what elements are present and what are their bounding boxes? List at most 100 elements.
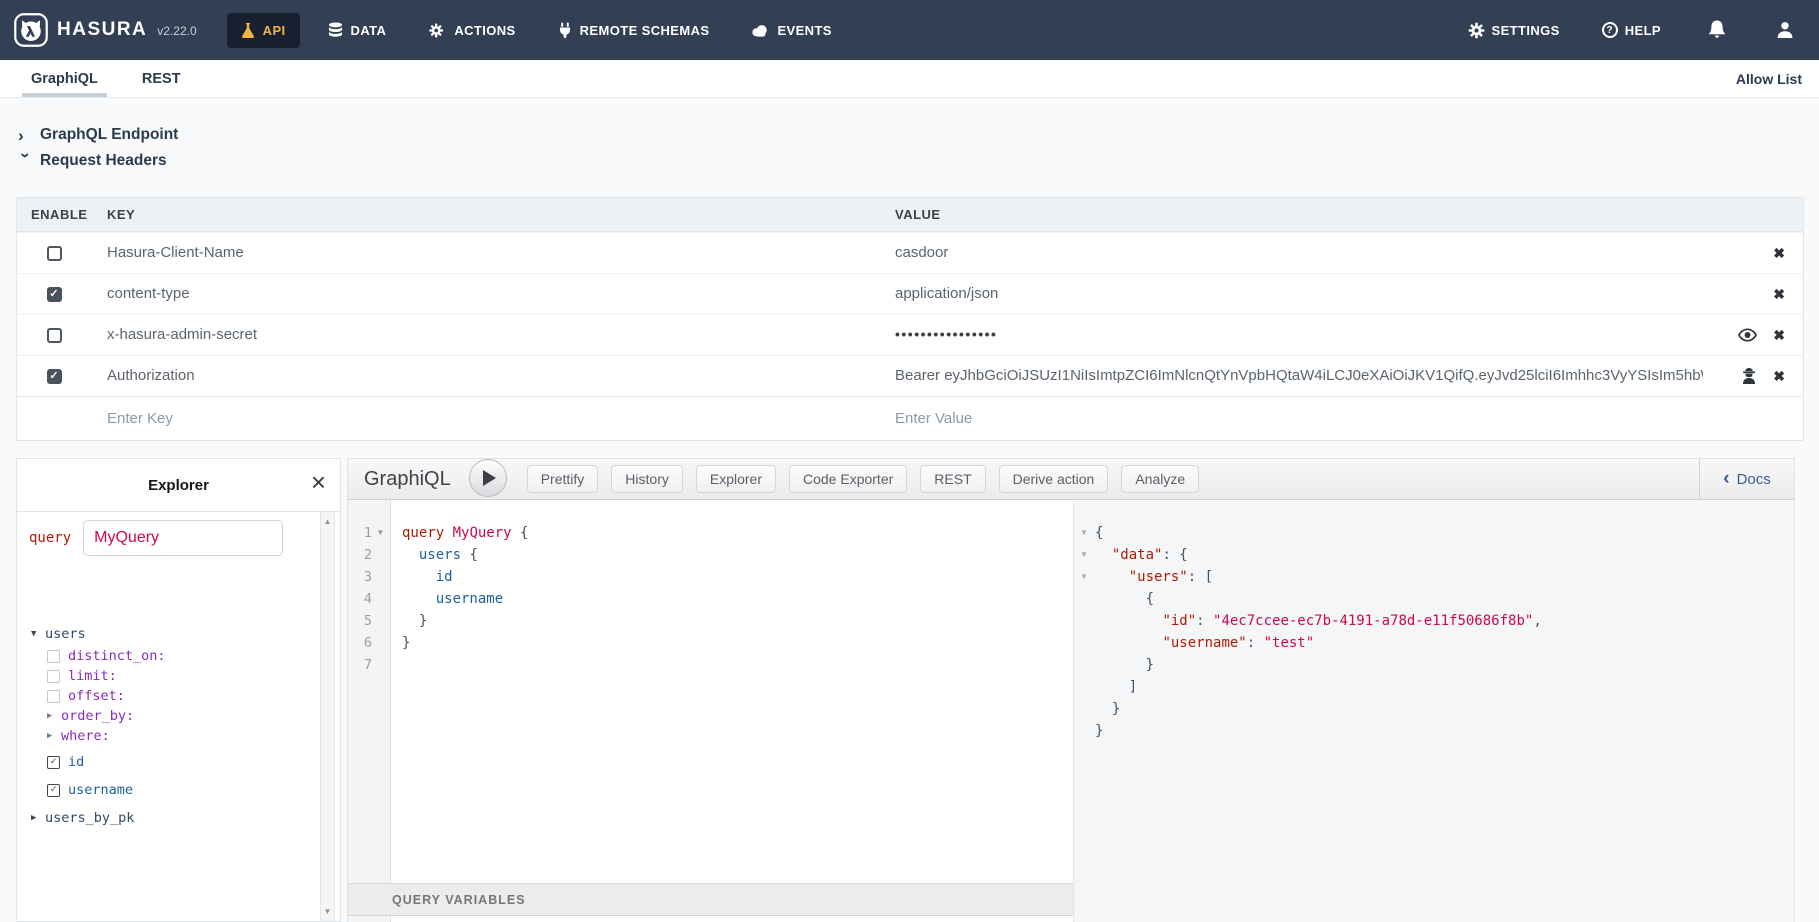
history-button[interactable]: History: [611, 465, 683, 493]
fold-spacer: [372, 588, 389, 610]
graphql-endpoint-toggle[interactable]: › GraphQL Endpoint: [18, 126, 178, 144]
arg-checkbox[interactable]: ✓: [47, 650, 60, 663]
tree-arg-order-by[interactable]: ▶ order_by:: [47, 706, 134, 726]
header-enable-checkbox[interactable]: ✓: [47, 369, 62, 384]
request-headers-toggle[interactable]: › Request Headers: [18, 152, 167, 170]
reveal-value-eye-icon[interactable]: [1738, 328, 1757, 342]
code-line: }: [1095, 720, 1794, 742]
allow-list-link[interactable]: Allow List: [1736, 71, 1802, 87]
scroll-up-icon[interactable]: ▲: [321, 517, 334, 526]
tree-arg-offset[interactable]: ✓ offset:: [47, 686, 125, 706]
field-checkbox[interactable]: ✓: [47, 756, 60, 769]
nav-item-events[interactable]: EVENTS: [737, 14, 845, 47]
editor-gutter[interactable]: 1▼234567: [348, 500, 391, 922]
explorer-title: Explorer: [148, 477, 209, 494]
notifications-button[interactable]: [1707, 19, 1727, 41]
bell-icon: [1707, 19, 1727, 41]
remove-header-icon[interactable]: ✖: [1773, 245, 1785, 262]
line-number: 4: [348, 588, 372, 610]
docs-button[interactable]: ‹ Docs: [1699, 459, 1794, 499]
query-editor[interactable]: query MyQuery { users { id username }}: [392, 500, 1073, 877]
tree-arg-where[interactable]: ▶ where:: [47, 726, 110, 746]
header-key-input[interactable]: [107, 285, 895, 302]
arg-checkbox[interactable]: ✓: [47, 690, 60, 703]
tree-field-users-by-pk[interactable]: ▶ users_by_pk: [31, 808, 134, 828]
prettify-button[interactable]: Prettify: [527, 465, 599, 493]
tree-field-users[interactable]: ▼ users: [31, 624, 86, 644]
explorer-button[interactable]: Explorer: [696, 465, 776, 493]
nav-item-data[interactable]: DATA: [314, 13, 401, 48]
tree-field-id[interactable]: ✓ id: [47, 752, 84, 772]
nav-item-label: REMOTE SCHEMAS: [580, 23, 710, 38]
tree-arg-limit[interactable]: ✓ limit:: [47, 666, 117, 686]
tab-graphiql[interactable]: GraphiQL: [28, 60, 101, 97]
header-enable-checkbox[interactable]: ✓: [47, 287, 62, 302]
tree-collapsed-icon[interactable]: ▶: [47, 711, 61, 721]
decode-jwt-icon[interactable]: [1741, 367, 1757, 385]
fold-icon[interactable]: ▼: [1074, 544, 1094, 566]
rest-button[interactable]: REST: [920, 465, 985, 493]
scroll-down-icon[interactable]: ▼: [321, 907, 334, 916]
chevron-right-icon: ›: [18, 127, 34, 144]
code-line: [402, 654, 1073, 676]
fold-icon[interactable]: ▼: [372, 522, 389, 544]
tree-field-label: username: [68, 782, 133, 798]
header-value-input[interactable]: [895, 285, 1703, 302]
response-fold-gutter[interactable]: ▼▼▼: [1074, 500, 1094, 742]
fold-spacer: [1074, 610, 1094, 632]
query-variables-toggle[interactable]: QUERY VARIABLES: [348, 883, 1073, 916]
header-key-input[interactable]: [107, 326, 895, 343]
header-key-input[interactable]: [107, 367, 895, 384]
header-value-input[interactable]: [895, 326, 1703, 342]
table-row: ✓ ✖: [17, 232, 1803, 273]
field-checkbox[interactable]: ✓: [47, 784, 60, 797]
header-enable-checkbox[interactable]: ✓: [47, 246, 62, 261]
fold-spacer: [1074, 720, 1094, 742]
execute-query-button[interactable]: [469, 459, 507, 497]
arg-checkbox[interactable]: ✓: [47, 670, 60, 683]
account-button[interactable]: [1775, 20, 1795, 40]
nav-item-label: DATA: [351, 23, 387, 38]
tree-expanded-icon[interactable]: ▼: [31, 629, 45, 639]
header-value-input[interactable]: [895, 367, 1703, 384]
remove-header-icon[interactable]: ✖: [1773, 327, 1785, 344]
tree-collapsed-icon[interactable]: ▶: [31, 813, 45, 823]
analyze-button[interactable]: Analyze: [1121, 465, 1199, 493]
code-exporter-button[interactable]: Code Exporter: [789, 465, 907, 493]
graphiql-toolbar: GraphiQL Prettify History Explorer Code …: [348, 459, 1794, 500]
hasura-logo[interactable]: HASURA v2.22.0: [14, 13, 197, 47]
operation-name-input[interactable]: [83, 520, 283, 556]
fold-icon[interactable]: ▼: [1074, 566, 1094, 588]
query-editor-pane: 1▼234567 query MyQuery { users { id user…: [348, 500, 1073, 922]
nav-item-api[interactable]: API: [227, 13, 300, 48]
derive-action-button[interactable]: Derive action: [999, 465, 1109, 493]
gutter-line: 7: [348, 654, 390, 676]
close-icon[interactable]: ×: [311, 469, 326, 495]
remove-header-icon[interactable]: ✖: [1773, 368, 1785, 385]
help-link[interactable]: ? HELP: [1602, 22, 1661, 38]
nav-item-remote-schemas[interactable]: REMOTE SCHEMAS: [544, 13, 724, 48]
tree-arg-label: offset:: [68, 688, 125, 704]
remove-header-icon[interactable]: ✖: [1773, 286, 1785, 303]
fold-spacer: [372, 632, 389, 654]
database-icon: [328, 22, 343, 39]
tree-arg-distinct-on[interactable]: ✓ distinct_on:: [47, 646, 166, 666]
tree-field-username[interactable]: ✓ username: [47, 780, 133, 800]
new-header-key-input[interactable]: [107, 410, 895, 427]
nav-item-label: ACTIONS: [454, 23, 515, 38]
nav-item-actions[interactable]: ACTIONS: [414, 13, 529, 48]
new-header-value-input[interactable]: [895, 410, 1703, 427]
fold-icon[interactable]: ▼: [1074, 522, 1094, 544]
tree-collapsed-icon[interactable]: ▶: [47, 731, 61, 741]
check-icon: ✓: [50, 785, 56, 795]
tab-rest[interactable]: REST: [139, 60, 184, 97]
header-enable-checkbox[interactable]: ✓: [47, 328, 62, 343]
tree-arg-label: where:: [61, 728, 110, 744]
header-value-input[interactable]: [895, 244, 1703, 261]
headers-section-label: Request Headers: [40, 152, 167, 170]
gutter-line: 1▼: [348, 522, 390, 544]
code-line: }: [402, 632, 1073, 654]
header-key-input[interactable]: [107, 244, 895, 261]
settings-link[interactable]: SETTINGS: [1468, 22, 1560, 39]
explorer-scrollbar[interactable]: ▲ ▼: [320, 512, 335, 921]
